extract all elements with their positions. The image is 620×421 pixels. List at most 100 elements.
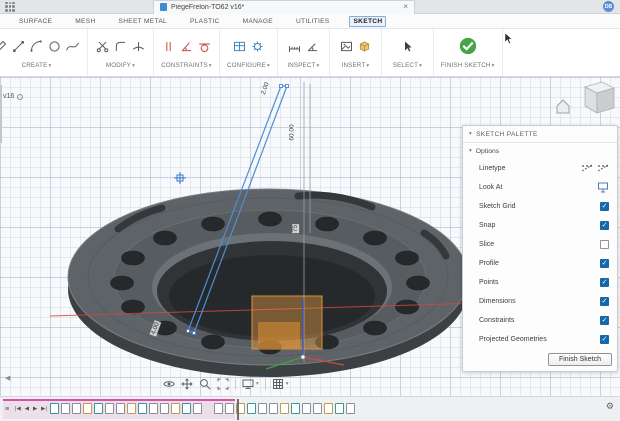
palette-item-slice[interactable]: Slice: [463, 235, 617, 254]
timeline-feature-icon[interactable]: [149, 403, 158, 414]
sketch-grid-checkbox[interactable]: ✓: [600, 202, 609, 211]
grid-settings-icon[interactable]: ▾: [272, 378, 289, 390]
profile-checkbox[interactable]: ✓: [600, 259, 609, 268]
points-checkbox[interactable]: ✓: [600, 278, 609, 287]
gear-icon[interactable]: ⚙: [606, 402, 614, 412]
app-launcher-icon[interactable]: [5, 2, 15, 12]
browser-node[interactable]: v16: [3, 93, 23, 100]
palette-header[interactable]: ▾ SKETCH PALETTE: [463, 126, 617, 143]
viewport-canvas[interactable]: v16 ◀ ▾▾ ▾ SKETCH PALETTE ▾ Op: [0, 77, 620, 396]
finish-check-icon[interactable]: [458, 36, 478, 56]
zoom-icon[interactable]: [199, 378, 211, 390]
construction-plane[interactable]: [252, 296, 322, 349]
finish-sketch-button[interactable]: Finish Sketch: [548, 353, 612, 366]
configure-table-icon[interactable]: [232, 39, 247, 54]
timeline-feature-icon[interactable]: [302, 403, 311, 414]
toolbar-group-label[interactable]: SELECT▾: [393, 62, 422, 69]
fit-icon[interactable]: [217, 378, 229, 390]
measure-icon[interactable]: [287, 39, 302, 54]
home-icon[interactable]: [557, 100, 569, 113]
toolbar-group-label[interactable]: FINISH SKETCH▾: [441, 62, 495, 69]
angle-measure-icon[interactable]: [305, 39, 320, 54]
palette-item-look-at[interactable]: Look At: [463, 178, 617, 197]
toolbar-group-label[interactable]: CREATE▾: [22, 62, 52, 69]
display-settings-icon[interactable]: ▾: [242, 378, 259, 390]
timeline-feature-icon[interactable]: [269, 403, 278, 414]
timeline-feature-icon[interactable]: [247, 403, 256, 414]
timeline-feature-icon[interactable]: [72, 403, 81, 414]
timeline-feature-icon[interactable]: [83, 403, 92, 414]
scissors-icon[interactable]: [95, 39, 110, 54]
tab-sketch[interactable]: SKETCH: [349, 16, 386, 27]
timeline-feature-icon[interactable]: [50, 403, 59, 414]
timeline-feature-icon[interactable]: [258, 403, 267, 414]
browser-scrollbar[interactable]: [0, 85, 2, 143]
toolbar-group-label[interactable]: INSPECT▾: [287, 62, 319, 69]
timeline-feature-icon[interactable]: [160, 403, 169, 414]
configure-gear-icon[interactable]: [250, 39, 265, 54]
visibility-icon[interactable]: [17, 94, 23, 100]
trim-icon[interactable]: [131, 39, 146, 54]
arc-icon[interactable]: [29, 39, 44, 54]
timeline-feature-icon[interactable]: [225, 403, 234, 414]
orbit-icon[interactable]: [163, 378, 175, 390]
view-cube[interactable]: [554, 79, 618, 127]
timeline-feature-icon[interactable]: [116, 403, 125, 414]
timeline-options-icon[interactable]: ≡: [5, 406, 10, 412]
toolbar-group-label[interactable]: MODIFY▾: [106, 62, 135, 69]
dimensions-checkbox[interactable]: ✓: [600, 297, 609, 306]
slice-checkbox[interactable]: [600, 240, 609, 249]
projected-geometries-checkbox[interactable]: ✓: [600, 335, 609, 344]
timeline-feature-icon[interactable]: [324, 403, 333, 414]
palette-item-profile[interactable]: Profile✓: [463, 254, 617, 273]
palette-item-projected-geometries[interactable]: Projected Geometries✓: [463, 330, 617, 349]
timeline-feature-icon[interactable]: [182, 403, 191, 414]
palette-item-dimensions[interactable]: Dimensions✓: [463, 292, 617, 311]
constraint-glyph[interactable]: [174, 172, 186, 184]
go-to-end-icon[interactable]: ▶|: [41, 406, 47, 412]
tab-close-icon[interactable]: ×: [403, 3, 408, 11]
timeline-feature-icon[interactable]: [346, 403, 355, 414]
snap-checkbox[interactable]: ✓: [600, 221, 609, 230]
toolbar-group-label[interactable]: INSERT▾: [342, 62, 370, 69]
timeline-feature-icon[interactable]: [61, 403, 70, 414]
user-avatar[interactable]: DB: [603, 1, 614, 12]
dimension-label[interactable]: 75: [292, 224, 299, 233]
timeline-feature-icon[interactable]: [193, 403, 202, 414]
constraint-tangent-icon[interactable]: [197, 39, 212, 54]
palette-item-sketch-grid[interactable]: Sketch Grid✓: [463, 197, 617, 216]
tab-mesh[interactable]: MESH: [72, 17, 98, 26]
construction-line-icon[interactable]: [597, 162, 609, 175]
tab-sheet-metal[interactable]: SHEET METAL: [116, 17, 171, 26]
pan-icon[interactable]: [181, 378, 193, 390]
timeline-feature-icon[interactable]: [127, 403, 136, 414]
palette-item-points[interactable]: Points✓: [463, 273, 617, 292]
palette-item-constraints[interactable]: Constraints✓: [463, 311, 617, 330]
constraints-checkbox[interactable]: ✓: [600, 316, 609, 325]
tab-utilities[interactable]: UTILITIES: [293, 17, 332, 26]
tab-surface[interactable]: SURFACE: [16, 17, 55, 26]
circle-icon[interactable]: [47, 39, 62, 54]
look-at-icon[interactable]: [597, 181, 609, 195]
timeline-feature-icon[interactable]: [313, 403, 322, 414]
centerline-icon[interactable]: [581, 162, 593, 175]
timeline-playhead[interactable]: [237, 399, 239, 420]
fillet-icon[interactable]: [113, 39, 128, 54]
timeline-feature-icon[interactable]: [105, 403, 114, 414]
insert-canvas-icon[interactable]: [339, 39, 354, 54]
timeline-feature-icon[interactable]: [214, 403, 223, 414]
toolbar-group-label[interactable]: CONSTRAINTS▾: [161, 62, 212, 69]
timeline-feature-icon[interactable]: [335, 403, 344, 414]
step-back-icon[interactable]: ◀: [25, 406, 29, 412]
play-icon[interactable]: ▶: [33, 406, 37, 412]
toolbar-group-label[interactable]: CONFIGURE▾: [227, 62, 270, 69]
go-to-start-icon[interactable]: |◀: [15, 406, 21, 412]
timeline-feature-icon[interactable]: [94, 403, 103, 414]
timeline-feature-icon[interactable]: [171, 403, 180, 414]
dimension-label[interactable]: 60.00: [289, 123, 296, 141]
browser-collapse-icon[interactable]: ◀: [5, 374, 10, 382]
insert-mesh-icon[interactable]: [357, 39, 372, 54]
constraint-angle-icon[interactable]: [179, 39, 194, 54]
palette-options-section[interactable]: ▾ Options: [463, 143, 617, 159]
palette-item-linetype[interactable]: Linetype: [463, 159, 617, 178]
